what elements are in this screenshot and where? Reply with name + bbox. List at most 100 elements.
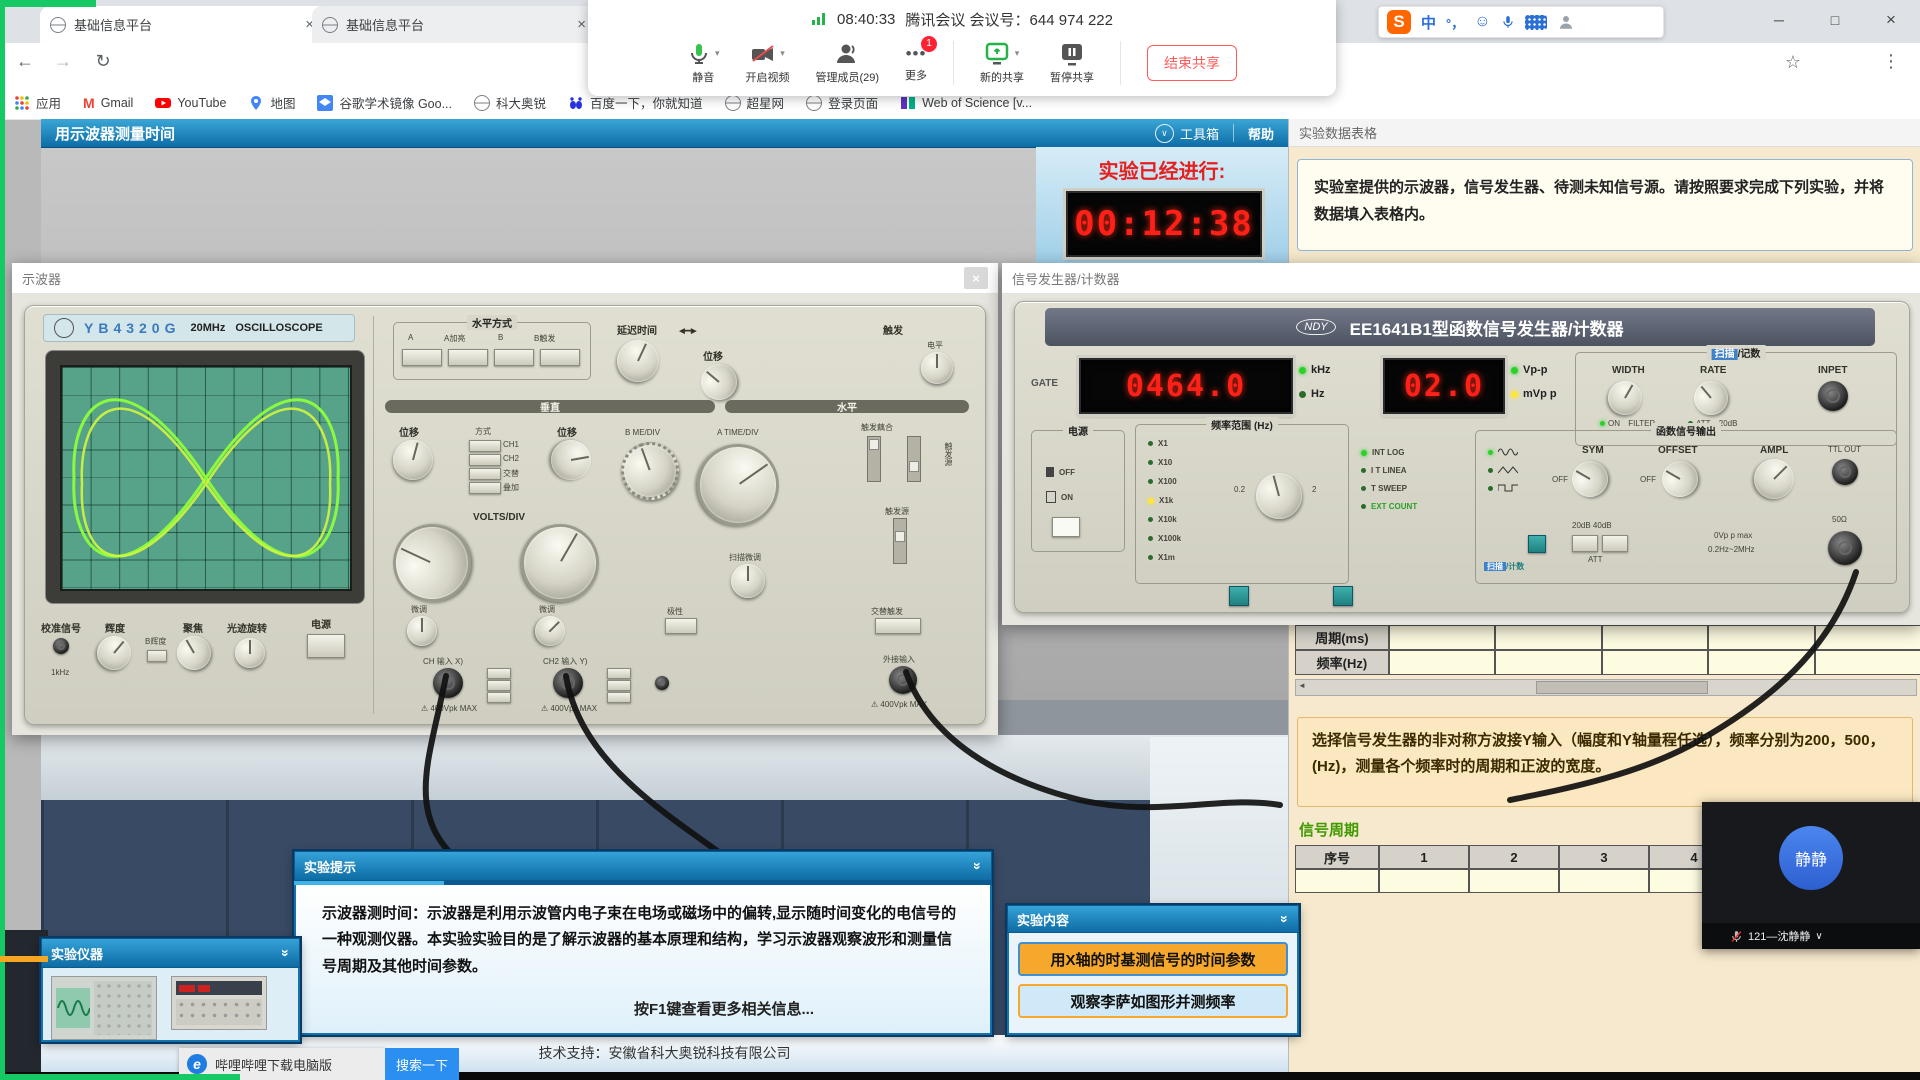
chevron-down-icon[interactable]: ∨ (1815, 931, 1822, 942)
content-button-time-params[interactable]: 用X轴的时基测信号的时间参数 (1018, 942, 1288, 976)
table-cell[interactable] (1389, 650, 1495, 675)
brightness-knob[interactable] (90, 629, 138, 677)
table-cell[interactable] (1379, 869, 1469, 893)
ground-post[interactable] (655, 676, 669, 690)
help-button[interactable]: 帮助 (1248, 124, 1274, 143)
new-share-button[interactable]: ▾ 新的共享 (980, 42, 1024, 85)
ch1-fine-knob[interactable] (407, 616, 437, 646)
bookmark-maps[interactable]: 地图 (248, 93, 295, 112)
devices-header[interactable]: 实验仪器 » (41, 938, 300, 968)
sogou-ime-bar[interactable]: S 中 °， ☺ (1378, 6, 1664, 38)
cal-post[interactable] (53, 638, 69, 654)
table-cell[interactable] (1469, 869, 1559, 893)
lang-zh-icon[interactable]: 中 (1421, 12, 1436, 33)
mode-ch1-button[interactable] (469, 440, 501, 452)
ch2-coupling-gnd[interactable] (607, 680, 631, 691)
teal-button[interactable] (1333, 586, 1353, 606)
collapse-icon[interactable]: » (970, 862, 986, 870)
bookmark-kdao[interactable]: 科大奥锐 (474, 93, 546, 112)
keyboard-icon[interactable] (1525, 15, 1547, 30)
ch1-bnc[interactable] (433, 668, 463, 698)
mode-ch2-button[interactable] (469, 454, 501, 466)
collapse-icon[interactable]: » (1277, 915, 1293, 923)
trigsrc-slide[interactable] (893, 518, 907, 564)
range-dial-knob[interactable] (1251, 468, 1307, 524)
ch2-voltsdiv-knob[interactable] (507, 510, 614, 617)
ch2-coupling-dc[interactable] (607, 692, 631, 703)
ch1-coupling-dc[interactable] (487, 692, 511, 703)
end-share-button[interactable]: 结束共享 (1147, 45, 1237, 81)
hmode-btrig-button[interactable] (540, 349, 580, 366)
signal-generator-window[interactable]: 信号发生器/计数器 NDY EE1641B1型函数信号发生器/计数器 GATE … (1002, 263, 1920, 625)
att-40db-button[interactable] (1602, 535, 1628, 552)
skin-person-icon[interactable] (1557, 13, 1575, 31)
pause-share-button[interactable]: 暂停共享 (1050, 42, 1094, 85)
hmode-b-button[interactable] (494, 349, 534, 366)
ch2-coupling-ac[interactable] (607, 668, 631, 679)
level-knob[interactable] (921, 352, 953, 384)
table-cell[interactable] (1295, 869, 1379, 893)
signal-generator-titlebar[interactable]: 信号发生器/计数器 (1002, 263, 1920, 294)
manage-members-button[interactable]: 管理成员(29) (815, 42, 879, 85)
back-icon[interactable]: ← (10, 51, 40, 72)
toolbox-button[interactable]: ∨ 工具箱 帮助 (1155, 124, 1274, 143)
emoji-icon[interactable]: ☺ (1474, 13, 1490, 31)
bookmark-wos[interactable]: Web of Science [v... (900, 95, 1032, 111)
close-window-button[interactable]: × (1863, 10, 1919, 30)
close-icon[interactable]: × (964, 267, 988, 289)
reload-icon[interactable]: ↻ (88, 51, 118, 72)
hmode-aint-button[interactable] (448, 349, 488, 366)
table-cell[interactable] (1495, 625, 1601, 650)
trace-rotate-knob[interactable] (235, 638, 265, 668)
output-bnc[interactable] (1828, 531, 1862, 565)
ch1-voltsdiv-knob[interactable] (380, 511, 484, 615)
oscilloscope-window-titlebar[interactable]: 示波器 × (12, 263, 998, 294)
scroll-left-icon[interactable]: ◄ (1298, 681, 1306, 690)
browser-tab-1[interactable]: 基础信息平台 × (40, 6, 328, 43)
ttl-bnc[interactable] (1832, 459, 1858, 485)
oscilloscope-window[interactable]: 示波器 × YB4320G 20MHz OSCILLOSCOPE (12, 263, 998, 735)
offset-knob[interactable] (1655, 454, 1704, 503)
minimize-button[interactable]: ─ (1751, 12, 1807, 28)
forward-icon[interactable]: → (48, 51, 78, 72)
participant-video-float[interactable]: 静静 121—沈静静 ∨ (1702, 802, 1920, 949)
bookmark-youtube[interactable]: YouTube (155, 95, 226, 111)
ch1-position-knob[interactable] (389, 436, 438, 485)
more-button[interactable]: ••• 1 更多 (905, 44, 927, 83)
coupling-slide[interactable] (867, 436, 881, 482)
ch1-coupling-gnd[interactable] (487, 680, 511, 691)
delay-knob[interactable] (610, 333, 666, 389)
bookmark-scholar[interactable]: 谷歌学术镜像 Goo... (317, 93, 452, 112)
alt-trig-button[interactable] (875, 618, 921, 634)
punctuation-icon[interactable]: °， (1446, 13, 1464, 32)
hmode-a-button[interactable] (402, 349, 442, 366)
coupling-slide2[interactable] (907, 436, 921, 482)
table-cell[interactable] (1815, 625, 1920, 650)
browser-tab-2[interactable]: 基础信息平台 × (312, 6, 600, 43)
kebab-menu-icon[interactable]: ⋮ (1876, 51, 1906, 72)
bookmark-gmail[interactable]: MGmail (83, 95, 133, 111)
voice-input-icon[interactable] (1501, 13, 1515, 31)
tips-header[interactable]: 实验提示 » (294, 851, 992, 881)
maximize-button[interactable]: □ (1807, 12, 1863, 28)
mute-button[interactable]: ▾ 静音 (687, 42, 720, 85)
a-timebase-knob[interactable] (681, 428, 795, 542)
rate-knob[interactable] (1687, 374, 1735, 422)
power-button[interactable] (1052, 517, 1080, 537)
b-brightness-button[interactable] (147, 650, 167, 662)
bookmark-apps[interactable]: 应用 (14, 93, 61, 112)
table-cell[interactable] (1708, 650, 1814, 675)
table-cell[interactable] (1495, 650, 1601, 675)
star-icon[interactable]: ☆ (1778, 52, 1808, 73)
table-cell[interactable] (1559, 869, 1649, 893)
search-button[interactable]: 搜索一下 (385, 1048, 459, 1080)
h-scrollbar[interactable]: ◄ (1295, 679, 1917, 696)
mode-add-button[interactable] (469, 482, 501, 494)
ch1-coupling-ac[interactable] (487, 668, 511, 679)
polarity-button[interactable] (665, 618, 697, 634)
teal-button[interactable] (1528, 535, 1546, 553)
table-cell[interactable] (1815, 650, 1920, 675)
content-button-lissajous[interactable]: 观察李萨如图形并测频率 (1018, 984, 1288, 1018)
signal-generator-thumbnail[interactable] (171, 976, 267, 1030)
oscilloscope-thumbnail[interactable] (51, 976, 157, 1040)
